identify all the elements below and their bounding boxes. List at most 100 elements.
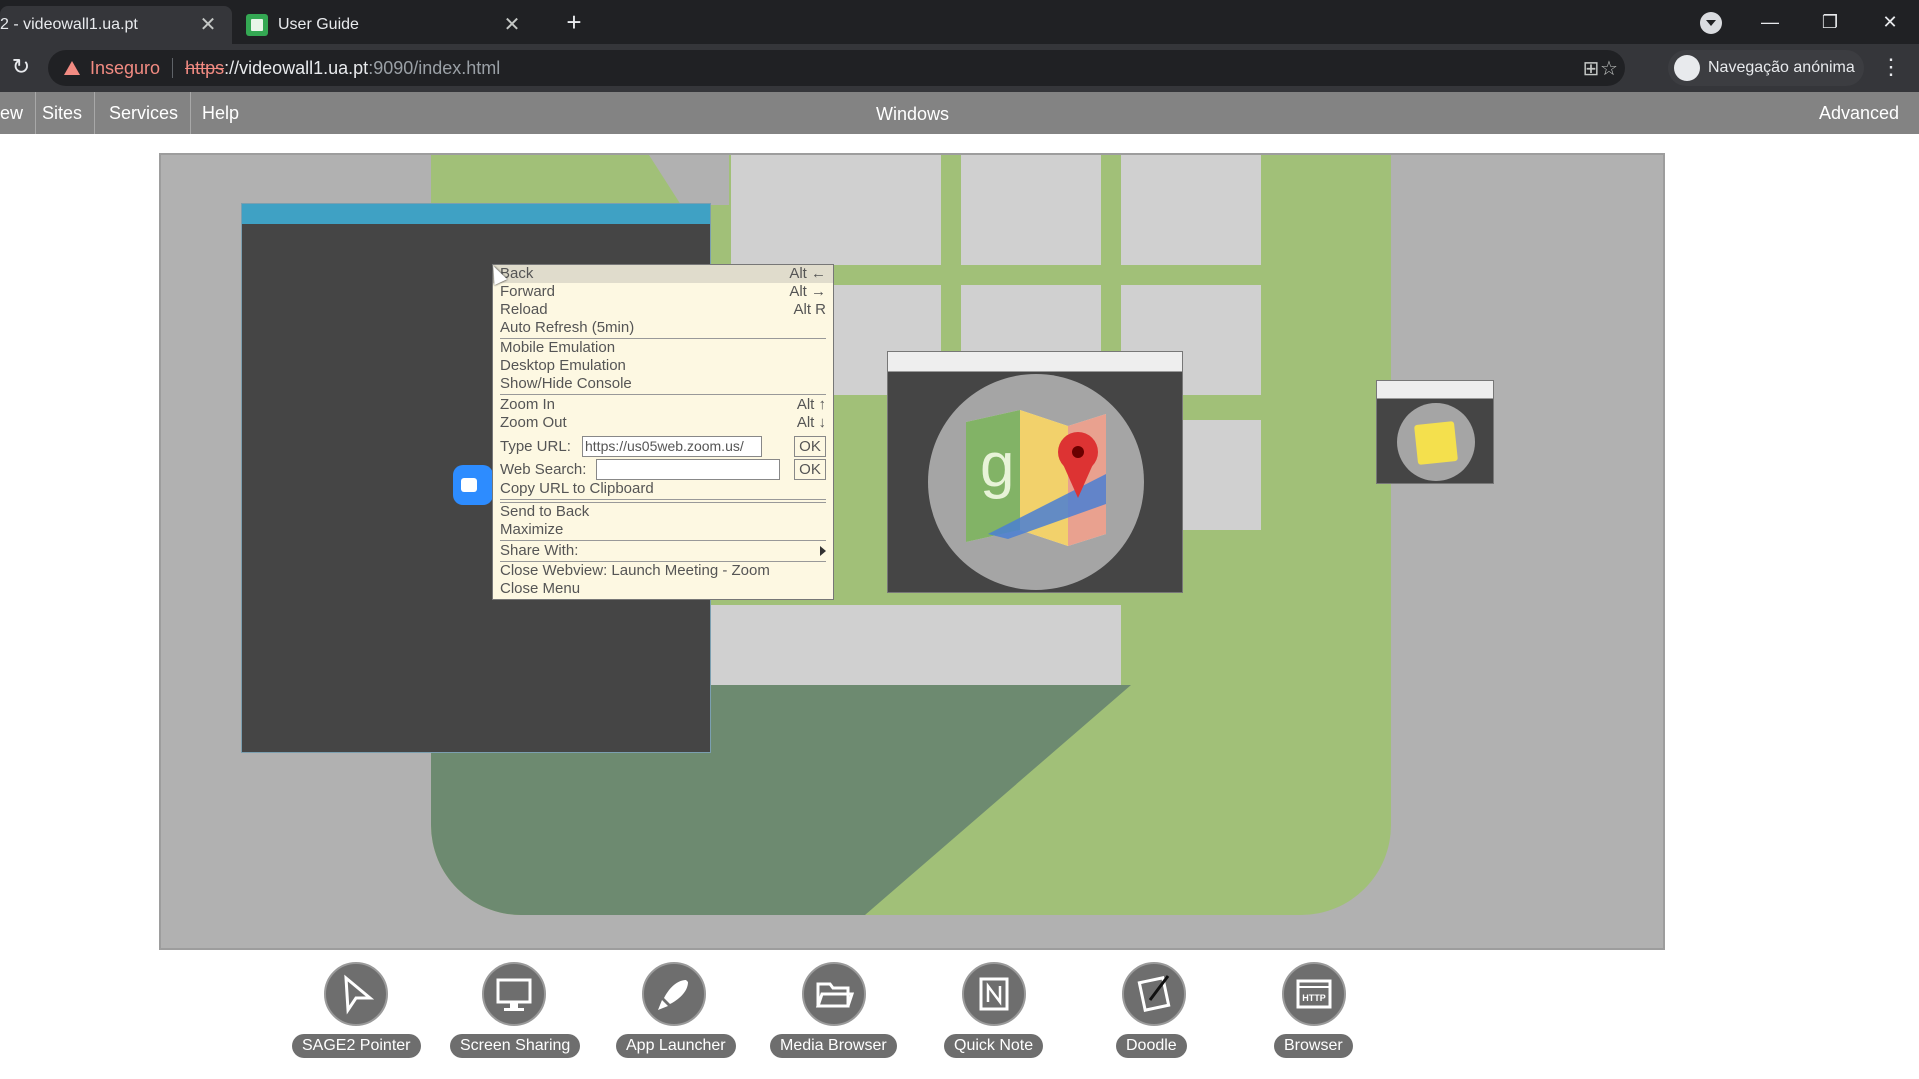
security-label[interactable]: Inseguro — [90, 58, 160, 79]
web-search-input[interactable] — [596, 459, 780, 480]
tab-title: 2 - videowall1.ua.pt — [0, 16, 138, 33]
tab-videowall[interactable]: 2 - videowall1.ua.pt ✕ — [0, 6, 232, 44]
window-close-button[interactable]: ✕ — [1868, 6, 1912, 38]
http-icon: HTTP — [1282, 962, 1346, 1026]
menu-item-auto-refresh[interactable]: Auto Refresh (5min) — [500, 319, 826, 337]
menu-item-maximize[interactable]: Maximize — [500, 521, 826, 539]
divider — [172, 58, 174, 78]
search-ok-button[interactable]: OK — [794, 459, 826, 480]
webview-context-menu: Back Alt ← Forward Alt → Reload Alt R Au… — [492, 264, 834, 600]
maps-app-window[interactable]: g — [887, 351, 1183, 593]
minimize-button[interactable]: — — [1748, 6, 1792, 38]
menu-item-copy-url[interactable]: Copy URL to Clipboard — [500, 480, 826, 498]
tab-user-guide[interactable]: User Guide ✕ — [236, 6, 536, 44]
reload-icon[interactable]: ↻ — [8, 54, 34, 80]
dock-sage2-pointer[interactable]: SAGE2 Pointer — [286, 962, 426, 1062]
menu-divider — [500, 394, 826, 395]
tab-search-icon[interactable] — [1700, 12, 1722, 34]
map-block — [1121, 155, 1261, 265]
map-block — [961, 155, 1101, 265]
map-edge — [1391, 155, 1663, 948]
menu-divider — [500, 499, 826, 500]
address-bar[interactable]: Inseguro https://videowall1.ua.pt:9090/i… — [48, 50, 1625, 86]
dock-label: Quick Note — [944, 1034, 1044, 1058]
menu-label: Zoom Out — [500, 414, 567, 431]
window-titlebar[interactable] — [1377, 381, 1493, 399]
url-input[interactable]: https://us05web.zoom.us/ — [582, 436, 762, 457]
submenu-arrow-icon — [820, 546, 826, 556]
more-menu-icon[interactable]: ⋮ — [1880, 54, 1902, 80]
bookmark-star-icon[interactable]: ☆ — [1598, 58, 1620, 80]
map-block — [961, 285, 1101, 355]
new-tab-button[interactable]: + — [560, 8, 588, 36]
dock-doodle[interactable]: Doodle — [1086, 962, 1226, 1062]
dock-label: Media Browser — [770, 1034, 897, 1058]
menu-shortcut: Alt ↑ — [796, 396, 826, 413]
dock-browser[interactable]: HTTP Browser — [1246, 962, 1386, 1062]
menu-item-reload[interactable]: Reload Alt R — [500, 301, 826, 319]
menu-services[interactable]: Services — [97, 92, 192, 134]
menu-shortcut: Alt R — [793, 301, 826, 318]
url-path: :9090/index.html — [368, 57, 501, 78]
close-icon[interactable]: ✕ — [502, 15, 522, 35]
zoom-camera-icon[interactable] — [453, 465, 493, 505]
dock-media-browser[interactable]: Media Browser — [766, 962, 906, 1062]
menu-label: Forward — [500, 283, 556, 300]
menu-item-web-search: Web Search: OK — [500, 459, 826, 481]
map-block — [710, 605, 1121, 685]
close-icon[interactable]: ✕ — [198, 15, 218, 35]
pointer-icon — [324, 962, 388, 1026]
sage2-menubar: ew Sites Services Help Windows Advanced — [0, 92, 1919, 134]
http-text: HTTP — [1302, 993, 1326, 1003]
menu-advanced[interactable]: Advanced — [1819, 92, 1899, 134]
menu-item-zoom-in[interactable]: Zoom In Alt ↑ — [500, 396, 826, 414]
dock-label: Browser — [1274, 1034, 1353, 1058]
folder-icon — [802, 962, 866, 1026]
menu-item-type-url: Type URL: https://us05web.zoom.us/ OK — [500, 436, 826, 458]
dock-label: SAGE2 Pointer — [292, 1034, 421, 1058]
dock-quick-note[interactable]: Quick Note — [926, 962, 1066, 1062]
menu-shortcut: Alt ← — [789, 265, 826, 282]
menu-item-send-to-back[interactable]: Send to Back — [500, 503, 826, 521]
sheets-favicon-icon — [246, 14, 268, 36]
menu-item-zoom-out[interactable]: Zoom Out Alt ↓ — [500, 414, 826, 432]
dock-app-launcher[interactable]: App Launcher — [606, 962, 746, 1062]
menu-help[interactable]: Help — [190, 92, 251, 134]
sticky-note-icon — [1414, 421, 1458, 465]
menu-item-console[interactable]: Show/Hide Console — [500, 375, 826, 393]
menu-item-forward[interactable]: Forward Alt → — [500, 283, 826, 301]
menu-label: Zoom In — [500, 396, 556, 413]
menu-item-close-menu[interactable]: Close Menu — [500, 580, 826, 598]
dock-screen-sharing[interactable]: Screen Sharing — [446, 962, 586, 1062]
warning-icon — [64, 61, 80, 75]
wall-display[interactable]: g — [159, 153, 1665, 950]
url-ok-button[interactable]: OK — [794, 436, 826, 457]
g-letter: g — [980, 431, 1014, 500]
profile-label: Navegação anónima — [1708, 59, 1855, 76]
menu-item-mobile-emulation[interactable]: Mobile Emulation — [500, 339, 826, 357]
windows-label: Windows — [876, 104, 950, 124]
menu-item-share-with[interactable]: Share With: — [500, 542, 826, 560]
dock-label: Screen Sharing — [450, 1034, 581, 1058]
menu-sites[interactable]: Sites — [30, 92, 96, 134]
restore-button[interactable]: ❐ — [1808, 6, 1852, 38]
menu-item-back[interactable]: Back Alt ← — [493, 265, 833, 283]
menu-item-desktop-emulation[interactable]: Desktop Emulation — [500, 357, 826, 375]
note-icon — [962, 962, 1026, 1026]
url-scheme: https — [185, 57, 225, 78]
incognito-profile-button[interactable]: Navegação anónima — [1668, 50, 1864, 86]
map-block — [801, 155, 941, 265]
tab-title: User Guide — [278, 16, 359, 33]
menu-item-close-webview[interactable]: Close Webview: Launch Meeting - Zoom — [500, 562, 826, 580]
menu-label: Share With: — [500, 542, 579, 559]
menu-divider — [500, 540, 826, 541]
dock-label: App Launcher — [616, 1034, 736, 1058]
window-titlebar[interactable] — [242, 204, 710, 224]
quick-note-window[interactable] — [1376, 380, 1494, 484]
url-host: ://videowall1.ua.pt — [224, 57, 369, 78]
pen-icon — [1122, 962, 1186, 1026]
browser-toolbar: ↻ Inseguro https://videowall1.ua.pt:9090… — [0, 44, 1919, 92]
dock-label: Doodle — [1116, 1034, 1187, 1058]
google-maps-icon: g — [928, 374, 1144, 590]
window-titlebar[interactable] — [888, 352, 1182, 372]
